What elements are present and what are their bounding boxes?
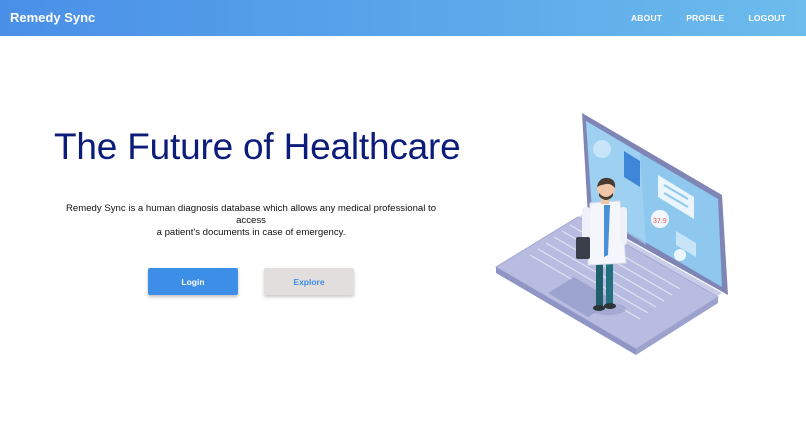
hero-description: Remedy Sync is a human diagnosis databas…	[50, 203, 452, 239]
login-button[interactable]: Login	[148, 268, 238, 295]
nav-links: ABOUT PROFILE LOGOUT	[607, 0, 786, 36]
hero-description-line-2: a patient's documents in case of emergen…	[156, 227, 346, 238]
explore-button[interactable]: Explore	[264, 268, 354, 295]
screen-pill-widget	[674, 249, 686, 261]
temperature-reading: 37.9	[653, 218, 667, 225]
hero-title: The Future of Healthcare	[54, 126, 461, 167]
nav-link-about[interactable]: ABOUT	[631, 13, 662, 23]
brand-logo-text[interactable]: Remedy Sync	[10, 0, 95, 36]
hero-description-line-1: Remedy Sync is a human diagnosis databas…	[65, 203, 437, 226]
top-navbar: Remedy Sync ABOUT PROFILE LOGOUT	[0, 0, 806, 36]
laptop-doctor-illustration: 37.9	[495, 113, 728, 355]
screen-stethoscope-widget	[593, 140, 611, 158]
nav-link-logout[interactable]: LOGOUT	[748, 13, 786, 23]
nav-link-profile[interactable]: PROFILE	[686, 13, 724, 23]
